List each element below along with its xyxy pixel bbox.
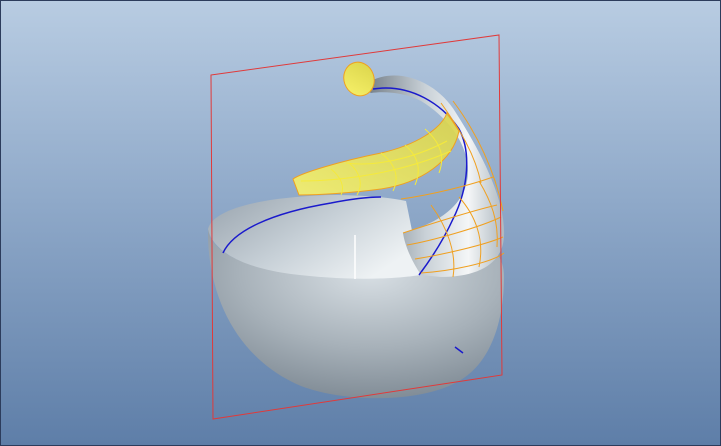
tube-end-cap[interactable] — [339, 58, 379, 100]
3d-model-view[interactable] — [1, 1, 721, 446]
selected-sweep-surface[interactable] — [292, 111, 460, 196]
graphics-window[interactable] — [0, 0, 721, 446]
